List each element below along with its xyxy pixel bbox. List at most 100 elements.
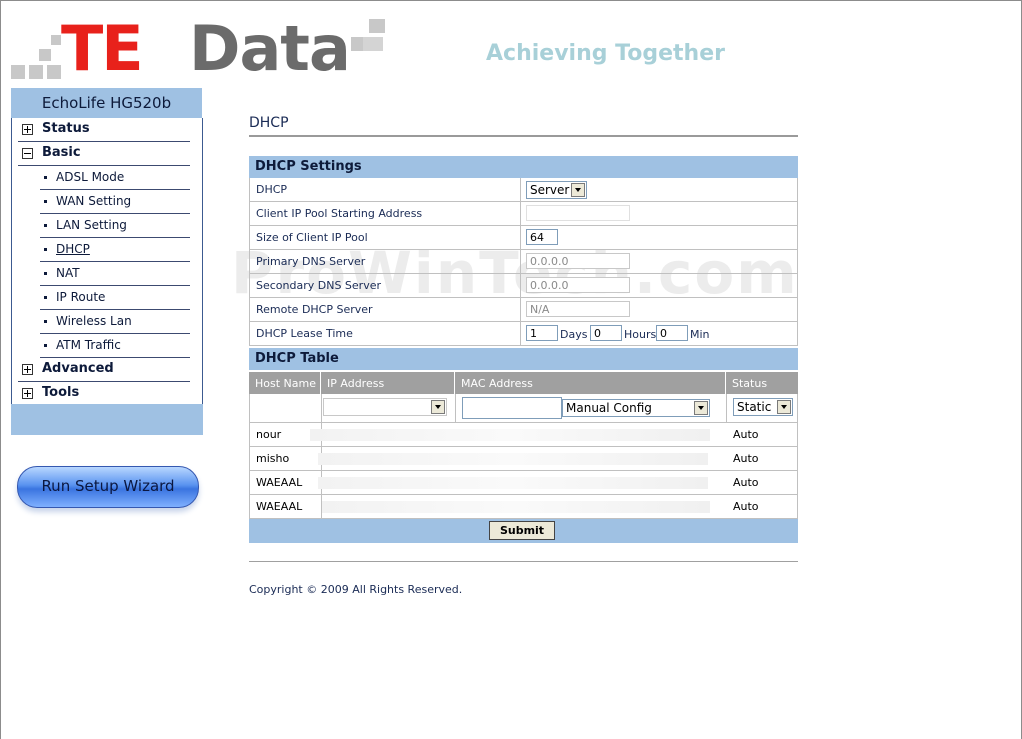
lease-status: Auto — [733, 452, 759, 465]
host-name: misho — [256, 452, 290, 465]
sidebar-item-label: ADSL Mode — [56, 170, 125, 184]
table-row: WAEAAL Auto — [249, 471, 798, 495]
expand-plus-icon — [22, 124, 33, 135]
logo-square — [363, 37, 383, 51]
dhcp-table-header: Host Name IP Address MAC Address Status — [249, 372, 798, 394]
sidebar-item-wireless-lan[interactable]: Wireless Lan — [40, 310, 190, 334]
redacted-field — [318, 477, 708, 489]
expand-plus-icon — [22, 388, 33, 399]
remote-dhcp-label: Remote DHCP Server — [256, 303, 373, 316]
host-name: nour — [256, 428, 282, 441]
logo-square — [369, 19, 385, 33]
bullet-icon — [44, 200, 47, 203]
bullet-icon — [44, 248, 47, 251]
dhcp-label: DHCP — [256, 183, 288, 196]
collapse-minus-icon — [22, 148, 33, 159]
secondary-dns-label: Secondary DNS Server — [256, 279, 382, 292]
mac-mode-select[interactable]: Manual Config — [562, 399, 710, 417]
logo-square — [39, 49, 51, 61]
redacted-field — [322, 501, 710, 513]
host-name: WAEAAL — [256, 476, 303, 489]
footer-divider — [249, 561, 798, 562]
days-unit: Days — [560, 328, 588, 341]
sidebar-item-status[interactable]: Status — [18, 118, 190, 142]
sidebar-item-adsl-mode[interactable]: ADSL Mode — [40, 166, 190, 190]
sidebar-item-label: LAN Setting — [56, 218, 127, 232]
min-unit: Min — [690, 328, 710, 341]
logo-square — [29, 65, 43, 79]
lease-status: Auto — [733, 476, 759, 489]
column-header-mac: MAC Address — [461, 377, 533, 390]
bullet-icon — [44, 272, 47, 275]
mac-address-input[interactable] — [462, 397, 562, 419]
lease-days-input[interactable]: 1 — [526, 325, 558, 341]
logo-te: TE — [61, 12, 144, 85]
bullet-icon — [44, 320, 47, 323]
column-header-status: Status — [732, 377, 768, 390]
bullet-icon — [44, 176, 47, 179]
sidebar-item-atm-traffic[interactable]: ATM Traffic — [40, 334, 190, 358]
sidebar-item-basic[interactable]: Basic — [18, 142, 190, 166]
dhcp-table-heading: DHCP Table — [249, 348, 798, 370]
redacted-field — [318, 453, 708, 465]
secondary-dns-row: Secondary DNS Server 0.0.0.0 — [249, 274, 798, 298]
secondary-dns-input[interactable]: 0.0.0.0 — [526, 277, 630, 293]
sidebar-item-advanced[interactable]: Advanced — [18, 358, 190, 382]
page-title: DHCP — [249, 115, 289, 131]
pool-size-row: Size of Client IP Pool 64 — [249, 226, 798, 250]
tagline: Achieving Together — [486, 41, 725, 66]
pool-size-label: Size of Client IP Pool — [256, 231, 368, 244]
pool-start-row: Client IP Pool Starting Address — [249, 202, 798, 226]
remote-dhcp-row: Remote DHCP Server N/A — [249, 298, 798, 322]
sidebar-item-ip-route[interactable]: IP Route — [40, 286, 190, 310]
submit-button[interactable]: Submit — [489, 521, 555, 540]
expand-plus-icon — [22, 364, 33, 375]
device-model: EchoLife HG520b — [11, 88, 202, 118]
sidebar-item-label: Status — [42, 121, 90, 136]
hours-unit: Hours — [624, 328, 657, 341]
table-row: nour Auto — [249, 423, 798, 447]
sidebar-item-label: IP Route — [56, 290, 106, 304]
sidebar-item-dhcp[interactable]: DHCP — [40, 238, 190, 262]
logo-square — [51, 35, 61, 45]
sidebar-item-tools[interactable]: Tools — [18, 382, 190, 405]
dhcp-settings-heading: DHCP Settings — [249, 156, 798, 178]
ip-address-select[interactable] — [323, 398, 447, 416]
status-mode-select[interactable]: Static — [733, 398, 793, 416]
table-row: misho Auto — [249, 447, 798, 471]
host-name: WAEAAL — [256, 500, 303, 513]
sidebar-item-nat[interactable]: NAT — [40, 262, 190, 286]
primary-dns-label: Primary DNS Server — [256, 255, 366, 268]
pool-start-input[interactable] — [526, 205, 630, 221]
redacted-field — [310, 429, 710, 441]
remote-dhcp-input[interactable]: N/A — [526, 301, 630, 317]
sidebar-item-wan-setting[interactable]: WAN Setting — [40, 190, 190, 214]
pool-size-input[interactable]: 64 — [526, 229, 558, 245]
sidebar-nav: Status Basic ADSL Mode WAN Setting LAN S… — [11, 118, 203, 404]
pool-start-label: Client IP Pool Starting Address — [256, 207, 423, 220]
te-data-logo: TE Data — [11, 12, 391, 85]
sidebar-item-label: Basic — [42, 145, 81, 160]
lease-hours-input[interactable]: 0 — [590, 325, 622, 341]
bullet-icon — [44, 224, 47, 227]
sidebar-item-label: NAT — [56, 266, 80, 280]
dhcp-mode-select[interactable]: Server — [526, 181, 587, 199]
sidebar-item-label: WAN Setting — [56, 194, 132, 208]
bullet-icon — [44, 296, 47, 299]
chevron-down-icon — [694, 401, 708, 415]
sidebar-item-label: DHCP — [56, 242, 90, 256]
lease-status: Auto — [733, 428, 759, 441]
logo-square — [11, 65, 25, 79]
sidebar-item-lan-setting[interactable]: LAN Setting — [40, 214, 190, 238]
sidebar-item-label: ATM Traffic — [56, 338, 121, 352]
logo-data: Data — [189, 12, 351, 85]
logo-square — [47, 65, 61, 79]
lease-status: Auto — [733, 500, 759, 513]
run-setup-wizard-button[interactable]: Run Setup Wizard — [17, 466, 199, 508]
copyright: Copyright © 2009 All Rights Reserved. — [249, 583, 463, 596]
column-header-host: Host Name — [255, 377, 316, 390]
lease-min-input[interactable]: 0 — [656, 325, 688, 341]
table-row: WAEAAL Auto — [249, 495, 798, 519]
lease-time-label: DHCP Lease Time — [256, 327, 353, 340]
primary-dns-input[interactable]: 0.0.0.0 — [526, 253, 630, 269]
